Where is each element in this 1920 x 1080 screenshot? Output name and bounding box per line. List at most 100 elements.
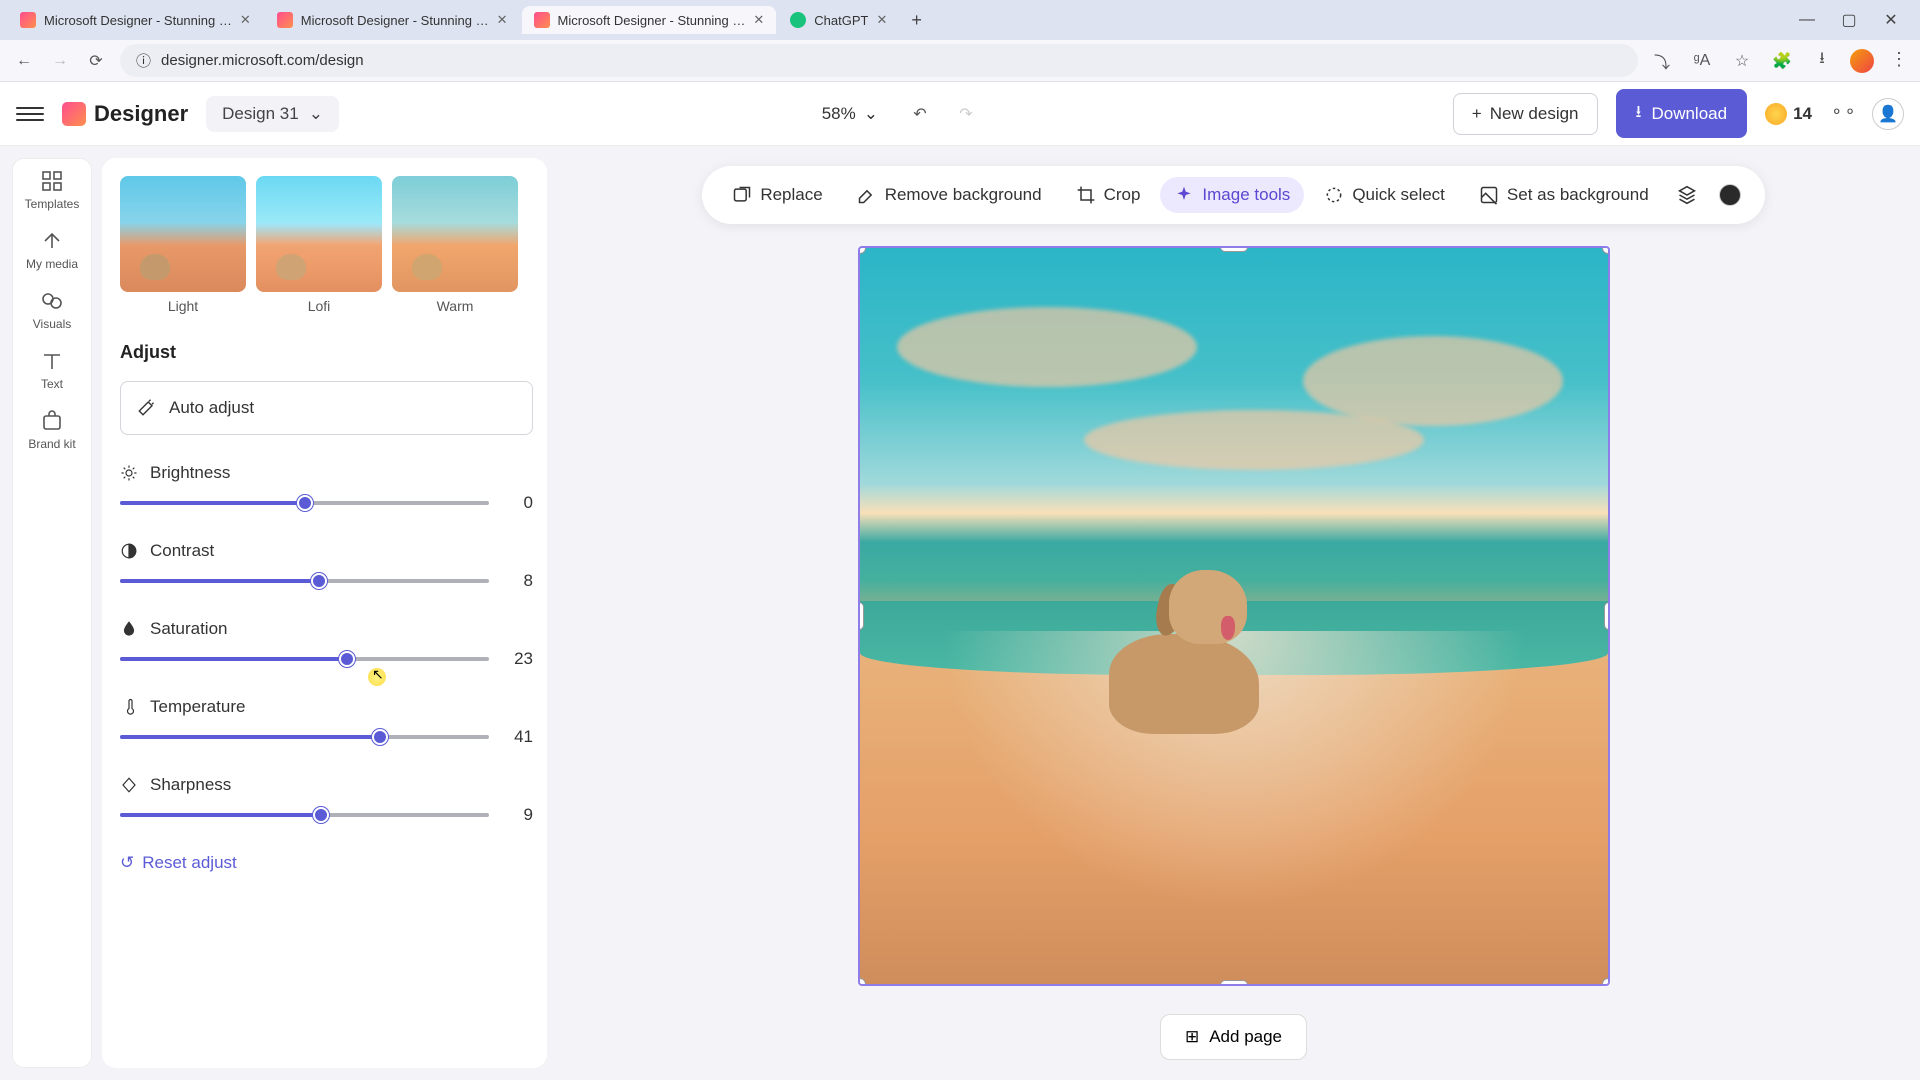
close-icon[interactable]: ✕ [876, 12, 887, 28]
undo-button[interactable]: ↶ [906, 100, 934, 128]
minimize-icon[interactable]: — [1798, 11, 1816, 29]
slider-thumb[interactable] [297, 495, 313, 511]
set-as-background-button[interactable]: Set as background [1465, 177, 1663, 213]
add-page-button[interactable]: ⊞ Add page [1160, 1014, 1307, 1060]
resize-handle-top-mid[interactable] [1220, 246, 1248, 252]
slider-track[interactable] [120, 657, 489, 661]
button-label: Image tools [1202, 185, 1290, 205]
resize-handle-top-left[interactable] [858, 246, 866, 254]
sparkle-icon [1174, 185, 1194, 205]
profile-avatar-icon[interactable] [1850, 49, 1874, 73]
image-tools-button[interactable]: Image tools [1160, 177, 1304, 213]
browser-tab[interactable]: Microsoft Designer - Stunning … ✕ [8, 6, 263, 34]
resize-handle-mid-right[interactable] [1604, 602, 1610, 630]
browser-tab[interactable]: ChatGPT ✕ [778, 6, 899, 34]
filter-thumbnail [120, 176, 246, 292]
zoom-dropdown[interactable]: 58% ⌄ [812, 98, 888, 130]
thermometer-icon [120, 698, 138, 716]
forward-icon[interactable]: → [48, 49, 72, 73]
maximize-icon[interactable]: ▢ [1840, 11, 1858, 29]
designer-favicon [20, 12, 36, 28]
sidebar-item-label: Visuals [33, 317, 71, 331]
reset-adjust-link[interactable]: ↺ Reset adjust [120, 853, 533, 873]
button-label: Crop [1104, 185, 1141, 205]
slider-value: 8 [505, 571, 533, 591]
slider-track[interactable] [120, 813, 489, 817]
new-design-button[interactable]: + New design [1453, 93, 1598, 135]
slider-track[interactable] [120, 735, 489, 739]
sidebar-item-text[interactable]: Text [40, 349, 64, 391]
new-tab-button[interactable]: + [901, 6, 932, 35]
design-name-dropdown[interactable]: Design 31 ⌄ [206, 96, 339, 132]
share-icon[interactable]: ⚬⚬ [1830, 102, 1854, 126]
main-area: Templates My media Visuals Text Brand ki… [0, 146, 1920, 1080]
filter-preset-warm[interactable]: Warm [392, 176, 518, 314]
filter-preset-lofi[interactable]: Lofi [256, 176, 382, 314]
close-icon[interactable]: ✕ [497, 12, 508, 28]
filter-label: Lofi [308, 298, 331, 314]
auto-adjust-button[interactable]: Auto adjust [120, 381, 533, 435]
button-label: Add page [1209, 1027, 1282, 1047]
translate-icon[interactable]: ᵍA [1690, 49, 1714, 73]
slider-sharpness: Sharpness9 [120, 775, 533, 825]
menu-button[interactable] [16, 100, 44, 128]
close-icon[interactable]: ✕ [240, 12, 251, 28]
tab-title: Microsoft Designer - Stunning … [558, 13, 746, 28]
credits-counter[interactable]: 14 [1765, 103, 1812, 125]
sidebar-item-label: Brand kit [28, 437, 75, 451]
slider-thumb[interactable] [339, 651, 355, 667]
designer-favicon [277, 12, 293, 28]
account-button[interactable]: 👤 [1872, 98, 1904, 130]
site-info-icon[interactable]: ⓘ [136, 50, 151, 71]
downloads-icon[interactable]: ⭳ [1810, 49, 1834, 73]
bookmark-icon[interactable]: ☆ [1730, 49, 1754, 73]
slider-track[interactable] [120, 579, 489, 583]
layers-icon-button[interactable] [1669, 177, 1705, 213]
resize-handle-bottom-mid[interactable] [1220, 980, 1248, 986]
browser-tab-active[interactable]: Microsoft Designer - Stunning … ✕ [522, 6, 777, 34]
slider-value: 0 [505, 493, 533, 513]
slider-thumb[interactable] [372, 729, 388, 745]
credits-value: 14 [1793, 104, 1812, 124]
browser-tab[interactable]: Microsoft Designer - Stunning … ✕ [265, 6, 520, 34]
reload-icon[interactable]: ⟳ [84, 49, 108, 73]
button-label: Quick select [1352, 185, 1445, 205]
filter-thumbnail [392, 176, 518, 292]
design-canvas[interactable]: ⟳ [858, 246, 1610, 986]
chatgpt-favicon [790, 12, 806, 28]
app-logo[interactable]: Designer [62, 101, 188, 127]
resize-handle-bottom-left[interactable] [858, 978, 866, 986]
replace-button[interactable]: Replace [718, 177, 836, 213]
url-text: designer.microsoft.com/design [161, 52, 364, 69]
chevron-down-icon: ⌄ [309, 104, 323, 124]
remove-background-button[interactable]: Remove background [843, 177, 1056, 213]
sidebar-item-visuals[interactable]: Visuals [33, 289, 71, 331]
slider-thumb[interactable] [311, 573, 327, 589]
url-input[interactable]: ⓘ designer.microsoft.com/design [120, 44, 1638, 77]
sidebar-item-brandkit[interactable]: Brand kit [28, 409, 75, 451]
resize-handle-bottom-right[interactable] [1602, 978, 1610, 986]
filter-presets: Light Lofi Warm [120, 176, 533, 314]
quick-select-button[interactable]: Quick select [1310, 177, 1459, 213]
slider-thumb[interactable] [313, 807, 329, 823]
download-button[interactable]: ⭳ Download [1616, 89, 1748, 138]
color-swatch-button[interactable] [1711, 176, 1749, 214]
resize-handle-mid-left[interactable] [858, 602, 864, 630]
close-icon[interactable]: ✕ [753, 12, 764, 28]
back-icon[interactable]: ← [12, 49, 36, 73]
sidebar-item-mymedia[interactable]: My media [26, 229, 78, 271]
extensions-icon[interactable]: 🧩 [1770, 49, 1794, 73]
crop-button[interactable]: Crop [1062, 177, 1155, 213]
resize-handle-top-right[interactable] [1602, 246, 1610, 254]
tab-title: ChatGPT [814, 13, 868, 28]
eraser-icon [857, 185, 877, 205]
redo-button[interactable]: ↷ [952, 100, 980, 128]
sidebar-item-templates[interactable]: Templates [25, 169, 80, 211]
close-window-icon[interactable]: ✕ [1882, 11, 1900, 29]
sidebar-item-label: My media [26, 257, 78, 271]
slider-track[interactable] [120, 501, 489, 505]
filter-preset-light[interactable]: Light [120, 176, 246, 314]
install-app-icon[interactable]: ⤵ [1650, 49, 1674, 73]
browser-menu-icon[interactable]: ⋮ [1890, 49, 1908, 73]
link-label: Reset adjust [142, 853, 237, 873]
